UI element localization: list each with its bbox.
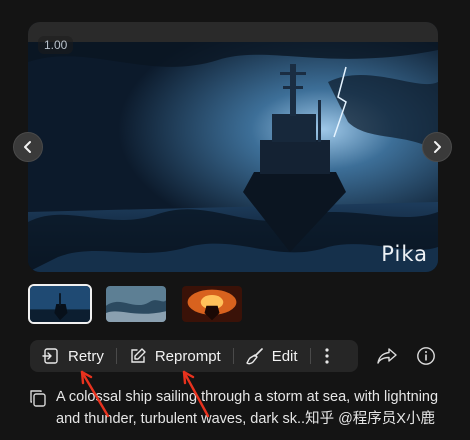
timestamp-badge: 1.00: [38, 36, 74, 54]
retry-button[interactable]: Retry: [30, 340, 116, 372]
prompt-text: A colossal ship sailing through a storm …: [56, 389, 439, 427]
retry-label: Retry: [68, 347, 104, 365]
edit-label: Edit: [271, 347, 298, 365]
more-options-button[interactable]: [311, 340, 343, 372]
share-button[interactable]: [375, 344, 399, 368]
thumbnail-3[interactable]: [180, 284, 244, 324]
chevron-left-icon: [24, 141, 31, 153]
storm-ship-image: [28, 42, 438, 272]
next-button[interactable]: [422, 132, 452, 162]
chevron-right-icon: [434, 141, 441, 153]
previous-button[interactable]: [13, 132, 43, 162]
info-icon: [417, 347, 435, 365]
more-vertical-icon: [324, 348, 329, 364]
retry-icon: [42, 348, 58, 364]
edit-pencil-icon: [131, 348, 146, 363]
video-player[interactable]: [28, 22, 438, 272]
thumbnail-1[interactable]: [28, 284, 92, 324]
share-icon: [377, 348, 397, 364]
copy-icon: [30, 390, 46, 407]
thumbnail-strip: [28, 284, 244, 324]
reprompt-button[interactable]: Reprompt: [117, 340, 233, 372]
player-top-band: [28, 22, 438, 42]
copy-prompt-button[interactable]: [28, 388, 48, 408]
thumbnail-2[interactable]: [104, 284, 168, 324]
reprompt-label: Reprompt: [154, 347, 221, 365]
brush-icon: [246, 348, 263, 365]
action-toolbar: Retry Reprompt Edit: [30, 340, 358, 372]
info-button[interactable]: [414, 344, 438, 368]
edit-button[interactable]: Edit: [234, 340, 310, 372]
pika-watermark: Pika: [381, 242, 428, 266]
